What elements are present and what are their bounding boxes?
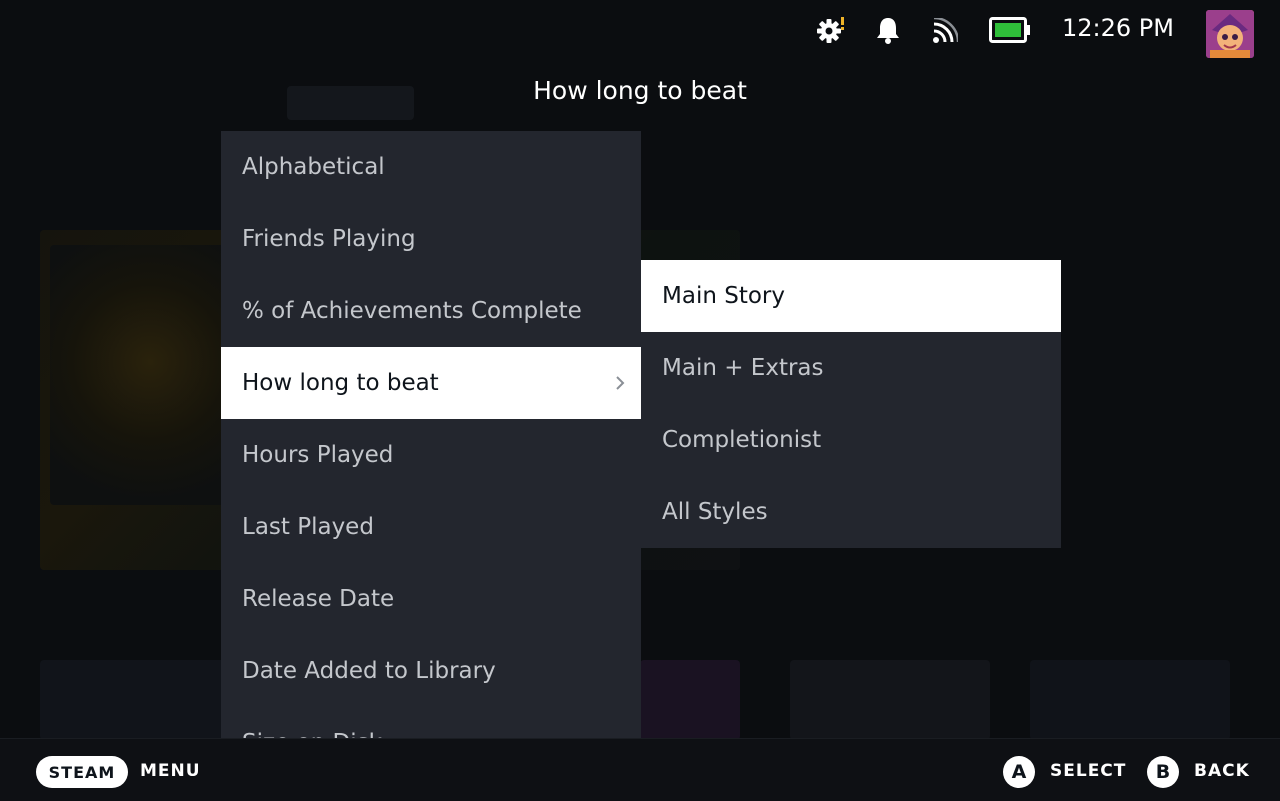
a-button-glyph[interactable]: A — [1003, 756, 1035, 788]
b-button-glyph[interactable]: B — [1147, 756, 1179, 788]
background-card — [640, 660, 740, 740]
menu-item-label: How long to beat — [242, 370, 439, 396]
bell-icon[interactable] — [876, 16, 900, 44]
menu-item-how-long-to-beat[interactable]: How long to beat — [221, 347, 641, 419]
menu-item-date-added[interactable]: Date Added to Library — [221, 635, 641, 707]
menu-item-alphabetical[interactable]: Alphabetical — [221, 131, 641, 203]
select-label: SELECT — [1050, 761, 1127, 781]
submenu-item-all-styles[interactable]: All Styles — [641, 476, 1061, 548]
menu-item-label: Last Played — [242, 514, 374, 540]
background-card — [40, 660, 240, 740]
menu-title: How long to beat — [533, 76, 747, 105]
footer-bar: STEAM MENU A SELECT B BACK — [0, 738, 1280, 801]
menu-item-friends-playing[interactable]: Friends Playing — [221, 203, 641, 275]
menu-item-label: Release Date — [242, 586, 395, 612]
menu-label: MENU — [140, 761, 201, 781]
menu-item-last-played[interactable]: Last Played — [221, 491, 641, 563]
chevron-right-icon — [616, 376, 625, 390]
clock: 12:26 PM — [1062, 14, 1174, 42]
menu-item-size-on-disk[interactable]: Size on Disk — [221, 707, 641, 738]
back-label: BACK — [1194, 761, 1250, 781]
sort-menu: Alphabetical Friends Playing % of Achiev… — [221, 131, 641, 738]
menu-item-achievements-complete[interactable]: % of Achievements Complete — [221, 275, 641, 347]
menu-item-label: Size on Disk — [242, 730, 382, 738]
menu-item-label: Friends Playing — [242, 226, 416, 252]
submenu-item-label: Main + Extras — [662, 355, 824, 381]
background-card — [1030, 660, 1230, 740]
submenu-item-label: Completionist — [662, 427, 822, 453]
background-hero-art — [50, 245, 250, 505]
steam-button[interactable]: STEAM — [36, 756, 128, 788]
background-card — [790, 660, 990, 740]
menu-item-label: % of Achievements Complete — [242, 298, 582, 324]
menu-item-label: Date Added to Library — [242, 658, 496, 684]
how-long-to-beat-submenu: Main Story Main + Extras Completionist A… — [641, 260, 1061, 548]
submenu-item-main-story[interactable]: Main Story — [641, 260, 1061, 332]
submenu-item-main-extras[interactable]: Main + Extras — [641, 332, 1061, 404]
battery-icon[interactable] — [989, 17, 1031, 43]
submenu-item-completionist[interactable]: Completionist — [641, 404, 1061, 476]
menu-item-hours-played[interactable]: Hours Played — [221, 419, 641, 491]
submenu-item-label: All Styles — [662, 499, 768, 525]
avatar-image — [1206, 10, 1254, 58]
avatar[interactable] — [1206, 10, 1254, 58]
menu-item-release-date[interactable]: Release Date — [221, 563, 641, 635]
menu-item-label: Alphabetical — [242, 154, 385, 180]
menu-item-label: Hours Played — [242, 442, 394, 468]
wifi-icon[interactable] — [932, 18, 958, 44]
submenu-item-label: Main Story — [662, 283, 785, 309]
settings-alert-icon[interactable] — [815, 15, 847, 45]
